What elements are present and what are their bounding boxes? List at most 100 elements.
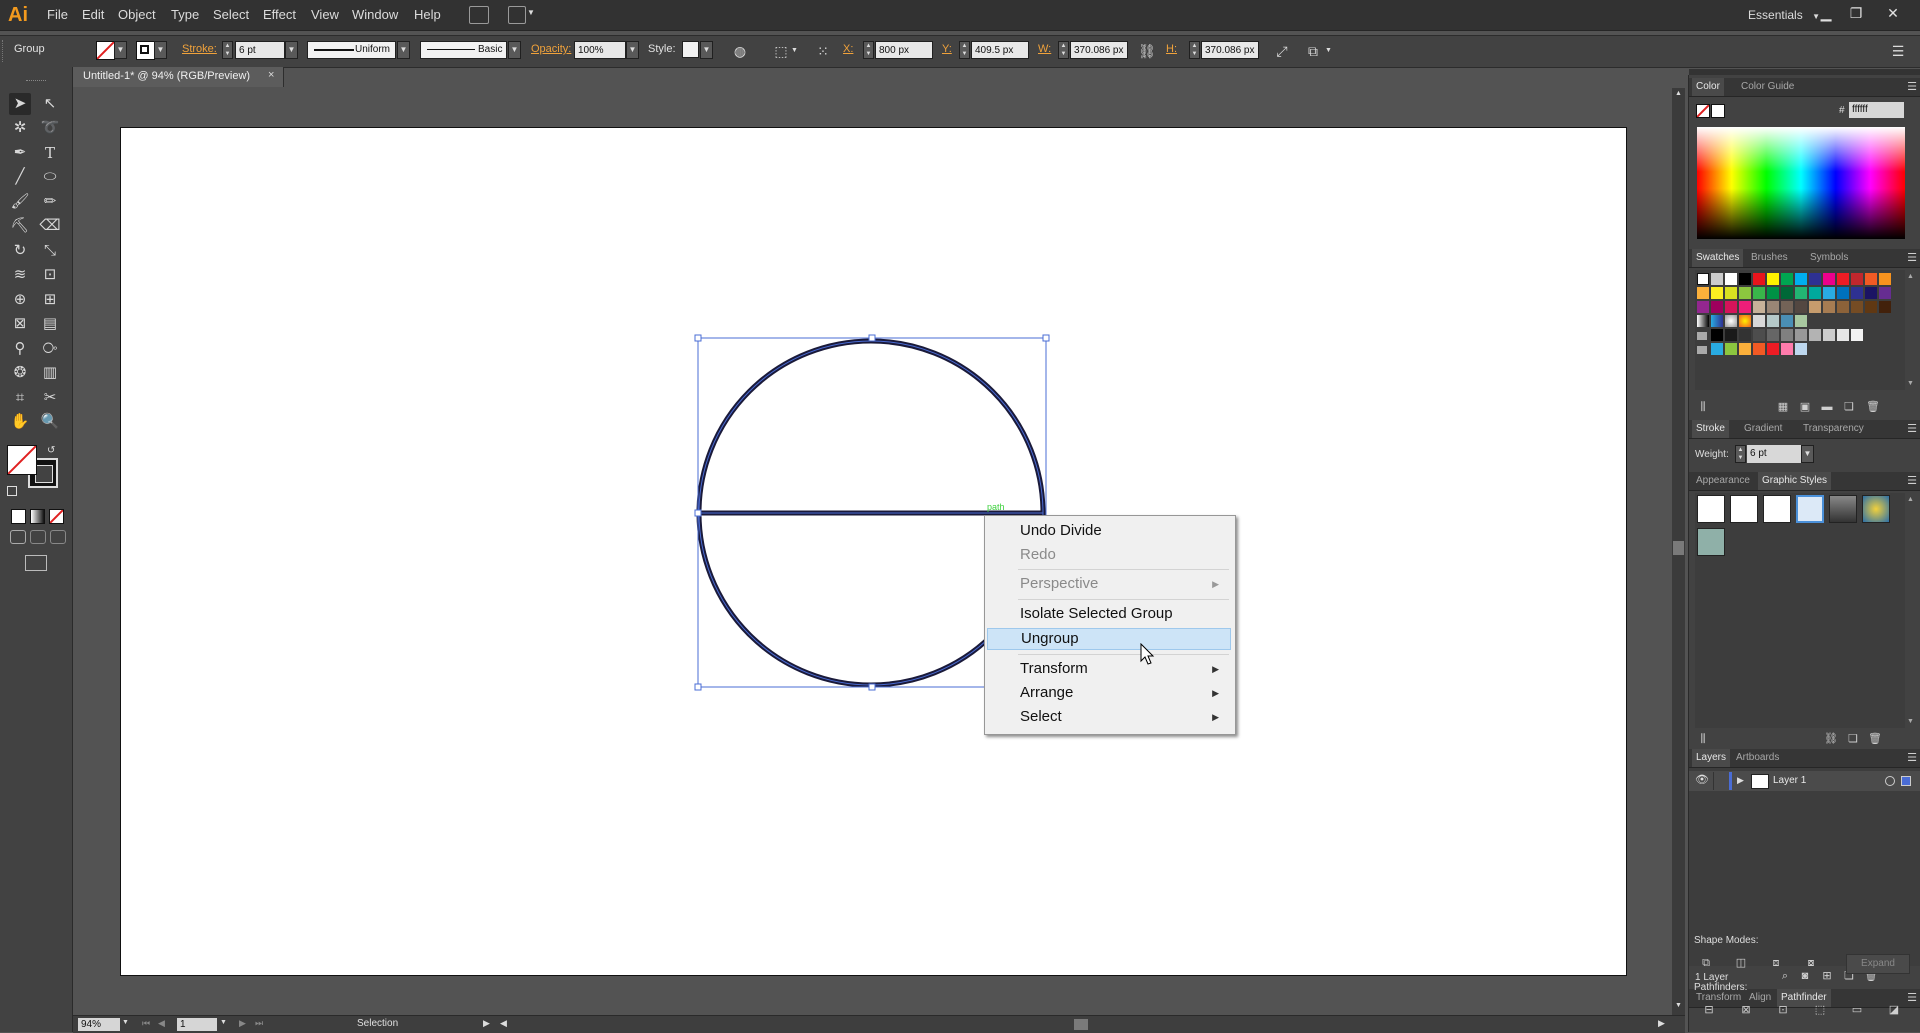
swatch-libraries-icon[interactable]: ⫼ xyxy=(1695,399,1711,415)
bbox-handle-bottom-left[interactable] xyxy=(694,683,702,691)
scroll-up-icon[interactable]: ▲ xyxy=(1907,273,1914,280)
show-swatch-kinds-icon[interactable]: ▦ xyxy=(1775,399,1791,415)
new-graphic-style-icon[interactable]: ❏ xyxy=(1845,731,1861,747)
status-menu-icon[interactable]: ▶ xyxy=(483,1018,490,1029)
swatch-cyan[interactable] xyxy=(1795,273,1807,285)
trim-icon[interactable]: ⊠ xyxy=(1738,1002,1754,1018)
swatch[interactable] xyxy=(1809,301,1821,313)
tab-appearance[interactable]: Appearance xyxy=(1692,472,1754,490)
tab-gradient[interactable]: Gradient xyxy=(1740,420,1786,438)
scroll-up-icon[interactable]: ▲ xyxy=(1907,496,1914,503)
swatch-grey[interactable] xyxy=(1837,329,1849,341)
tab-brushes[interactable]: Brushes xyxy=(1747,249,1792,267)
next-artboard-icon[interactable]: ▶ xyxy=(239,1018,246,1029)
swatch-none[interactable] xyxy=(1697,273,1709,285)
selection-indicator[interactable] xyxy=(1901,776,1911,786)
merge-icon[interactable]: ⊡ xyxy=(1775,1002,1791,1018)
swatch-green[interactable] xyxy=(1781,273,1793,285)
weight-field[interactable]: 6 pt xyxy=(1747,445,1801,463)
zoom-field[interactable]: 94% xyxy=(78,1018,120,1031)
layer-name[interactable]: Layer 1 xyxy=(1773,775,1806,786)
weight-stepper[interactable]: ▲ ▼ xyxy=(1735,445,1746,463)
scroll-right-icon[interactable]: ▶ xyxy=(1658,1018,1665,1029)
previous-artboard-icon[interactable]: ◀ xyxy=(158,1018,165,1029)
visibility-eye-icon[interactable]: 👁 xyxy=(1695,773,1709,786)
swatch-grey[interactable] xyxy=(1795,329,1807,341)
swatch[interactable] xyxy=(1767,287,1779,299)
swatch[interactable] xyxy=(1725,343,1737,355)
swatch[interactable] xyxy=(1697,287,1709,299)
menu-item-transform[interactable]: Transform ▶ xyxy=(987,658,1231,680)
swatch[interactable] xyxy=(1711,287,1723,299)
swatch-red[interactable] xyxy=(1753,273,1765,285)
swatch[interactable] xyxy=(1725,287,1737,299)
swatch[interactable] xyxy=(1781,301,1793,313)
panel-menu-icon[interactable]: ☰ xyxy=(1907,420,1917,438)
break-link-icon[interactable]: ⛓ xyxy=(1823,731,1839,747)
menu-item-select[interactable]: Select ▶ xyxy=(987,706,1231,728)
color-panel-fill-icon[interactable] xyxy=(1696,104,1710,118)
scroll-down-icon[interactable]: ▼ xyxy=(1675,1002,1682,1009)
swatch[interactable] xyxy=(1795,343,1807,355)
swatch-pattern[interactable] xyxy=(1753,315,1765,327)
outline-icon[interactable]: ▭ xyxy=(1849,1002,1865,1018)
swatch[interactable] xyxy=(1795,287,1807,299)
upper-half-path[interactable] xyxy=(696,338,1046,516)
swatch[interactable] xyxy=(1795,301,1807,313)
tab-symbols[interactable]: Symbols xyxy=(1806,249,1852,267)
swatch-grey[interactable] xyxy=(1781,329,1793,341)
swatch-orange-red[interactable] xyxy=(1865,273,1877,285)
swatch-folder-icon[interactable] xyxy=(1697,332,1707,340)
new-sublayer-icon[interactable]: ⊞ xyxy=(1819,968,1835,984)
swatch[interactable] xyxy=(1739,343,1751,355)
swatch-gradient[interactable] xyxy=(1711,315,1723,327)
tab-color[interactable]: Color xyxy=(1692,78,1724,96)
new-color-group-icon[interactable]: ▬ xyxy=(1819,399,1835,415)
swatch-folder-icon[interactable] xyxy=(1697,346,1707,354)
swatch-grey[interactable] xyxy=(1739,329,1751,341)
artboard-dropdown-icon[interactable]: ▼ xyxy=(220,1019,227,1026)
new-swatch-icon[interactable]: ❏ xyxy=(1841,399,1857,415)
swatch-grey[interactable] xyxy=(1725,329,1737,341)
menu-item-isolate-selected-group[interactable]: Isolate Selected Group xyxy=(987,603,1231,625)
panel-menu-icon[interactable]: ☰ xyxy=(1907,249,1917,267)
delete-swatch-icon[interactable]: 🗑 xyxy=(1865,399,1881,415)
swatch[interactable] xyxy=(1697,301,1709,313)
swatch-black[interactable] xyxy=(1739,273,1751,285)
tab-swatches[interactable]: Swatches xyxy=(1692,249,1744,267)
swatch-gradient[interactable] xyxy=(1697,315,1709,327)
zoom-dropdown-icon[interactable]: ▼ xyxy=(122,1019,129,1026)
current-tool-status[interactable]: Selection xyxy=(357,1018,398,1029)
swatch-grey[interactable] xyxy=(1809,329,1821,341)
dock-header[interactable] xyxy=(1689,69,1920,75)
swatch[interactable] xyxy=(1809,287,1821,299)
bbox-handle-top-left[interactable] xyxy=(694,334,702,342)
delete-graphic-style-icon[interactable]: 🗑 xyxy=(1867,731,1883,747)
menu-item-undo-divide[interactable]: Undo Divide xyxy=(987,520,1231,542)
bbox-handle-bottom-center[interactable] xyxy=(868,683,876,691)
graphic-style[interactable] xyxy=(1730,495,1758,523)
bbox-handle-middle-left[interactable] xyxy=(694,509,702,517)
scroll-up-icon[interactable]: ▲ xyxy=(1675,90,1682,97)
target-icon[interactable] xyxy=(1885,776,1895,786)
bbox-handle-top-right[interactable] xyxy=(1042,334,1050,342)
swatch[interactable] xyxy=(1739,287,1751,299)
last-artboard-icon[interactable]: ⏭ xyxy=(255,1018,263,1029)
color-spectrum[interactable] xyxy=(1697,127,1905,239)
vertical-scroll-thumb[interactable] xyxy=(1673,541,1684,555)
scroll-left-icon[interactable]: ◀ xyxy=(500,1018,507,1029)
tab-stroke[interactable]: Stroke xyxy=(1692,420,1729,438)
graphic-style[interactable] xyxy=(1763,495,1791,523)
swatch-red-2[interactable] xyxy=(1837,273,1849,285)
swatch-grey[interactable] xyxy=(1851,329,1863,341)
menu-item-ungroup[interactable]: Ungroup xyxy=(987,628,1231,650)
expand-button[interactable]: Expand xyxy=(1846,954,1910,974)
swatch-dark-red[interactable] xyxy=(1851,273,1863,285)
swatch[interactable] xyxy=(1879,287,1891,299)
swatch-grey[interactable] xyxy=(1767,329,1779,341)
swatch-options-icon[interactable]: ▣ xyxy=(1797,399,1813,415)
menu-item-arrange[interactable]: Arrange ▶ xyxy=(987,682,1231,704)
graphic-style[interactable] xyxy=(1796,495,1824,523)
panel-menu-icon[interactable]: ☰ xyxy=(1907,472,1917,490)
vertical-scrollbar[interactable]: ▲ ▼ xyxy=(1672,88,1685,1015)
